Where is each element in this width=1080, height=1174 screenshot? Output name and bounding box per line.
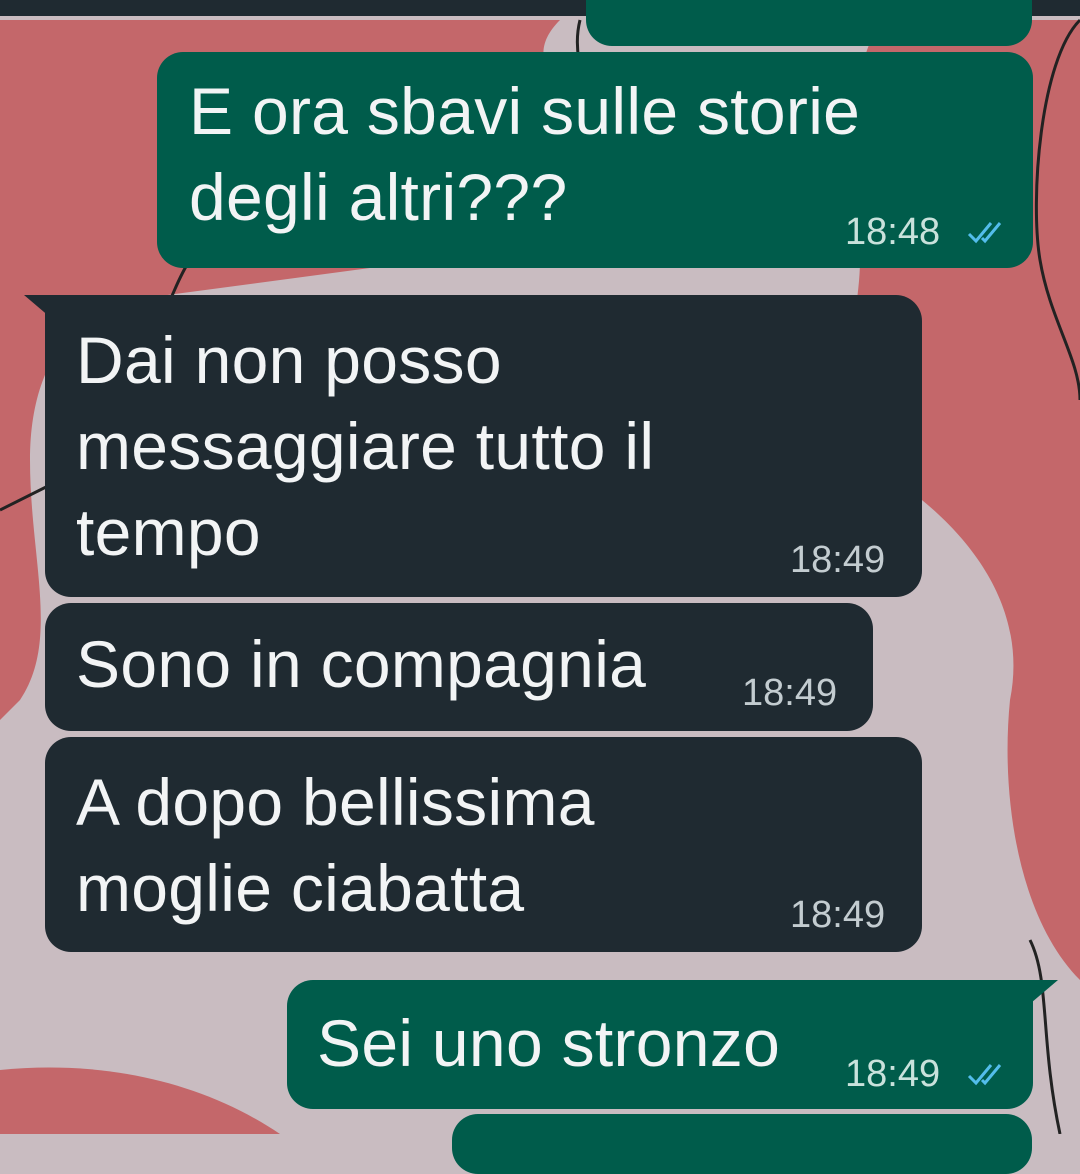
message-bubble-outgoing-partial[interactable]: [586, 0, 1032, 46]
message-bubble-incoming[interactable]: A dopo bellissima moglie ciabatta 18:49: [45, 737, 922, 952]
message-timestamp: 18:49: [790, 539, 886, 581]
message-bubble-outgoing[interactable]: Sei uno stronzo 18:49: [287, 980, 1033, 1109]
message-text: Sono in compagnia: [76, 627, 647, 701]
message-text: E ora sbavi sulle storie degli altri???: [189, 74, 861, 234]
message-bubble-incoming[interactable]: Dai non posso messaggiare tutto il tempo…: [45, 295, 922, 597]
message-text: Sei uno stronzo: [317, 1006, 781, 1080]
bubble-tail-outgoing: [1018, 980, 1058, 1014]
double-check-read-icon: [967, 1064, 1002, 1086]
message-bubble-outgoing-partial[interactable]: [452, 1114, 1032, 1174]
double-check-read-icon: [967, 222, 1002, 244]
bubble-tail-incoming: [24, 295, 64, 329]
message-timestamp: 18:49: [845, 1053, 941, 1095]
message-bubble-outgoing[interactable]: E ora sbavi sulle storie degli altri??? …: [157, 52, 1033, 268]
message-text: Dai non posso messaggiare tutto il tempo: [76, 323, 655, 569]
message-timestamp: 18:49: [790, 894, 886, 936]
message-bubble-incoming[interactable]: Sono in compagnia 18:49: [45, 603, 873, 731]
message-timestamp: 18:49: [742, 672, 838, 714]
message-text: A dopo bellissima moglie ciabatta: [76, 765, 595, 925]
message-timestamp: 18:48: [845, 211, 941, 253]
